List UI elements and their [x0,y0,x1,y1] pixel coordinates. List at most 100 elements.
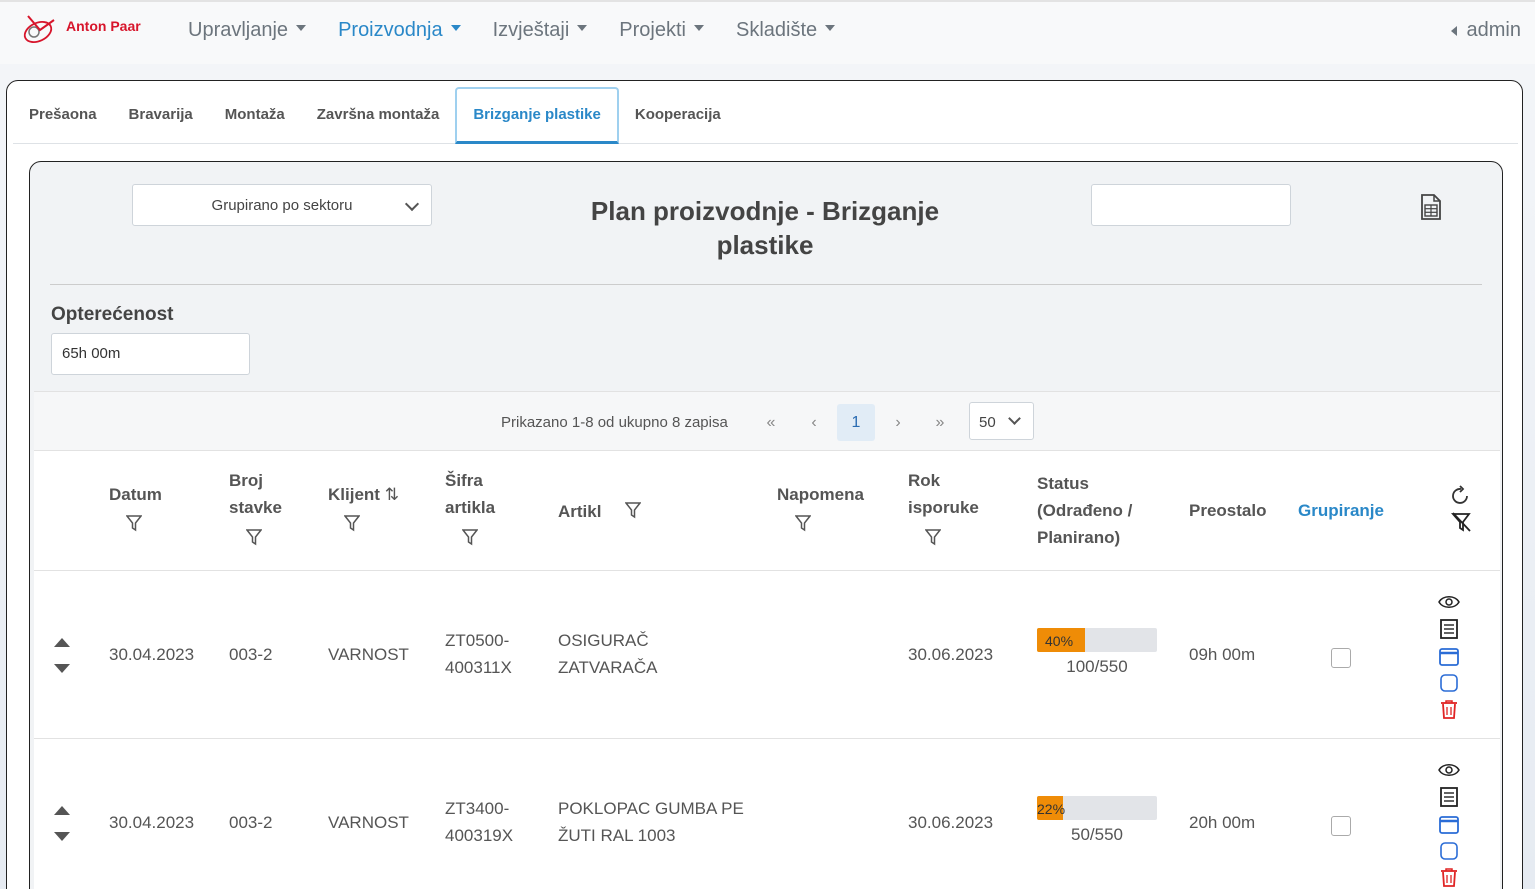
table-row: 30.04.2023 003-2 VARNOST ZT3400-400319X … [34,738,1500,889]
next-page-button[interactable]: › [879,404,917,441]
brand-name: Anton Paar [66,18,141,34]
header-napomena: Napomena [777,485,864,504]
trash-icon[interactable] [1438,699,1460,719]
grouping-checkbox[interactable] [1331,816,1351,836]
caret-down-icon [693,24,704,31]
document-icon[interactable] [1438,619,1460,639]
cell-rok-isporuke: 30.06.2023 [908,645,994,664]
filter-icon[interactable] [246,529,262,546]
header-preostalo: Preostalo [1189,501,1267,520]
cell-status-ratio: 100/550 [1066,657,1128,676]
user-menu[interactable]: admin [1450,19,1521,42]
cell-preostalo: 09h 00m [1189,645,1256,664]
calendar-icon[interactable] [1438,814,1460,834]
header-grupiranje[interactable]: Grupiranje [1298,497,1384,524]
clear-filter-icon[interactable] [1451,511,1473,533]
load-label: Opterećenost [51,304,174,325]
top-navbar: Anton Paar Upravljanje Proizvodnja Izvje… [0,0,1535,64]
caret-down-icon [296,24,307,31]
page-size-value: 50 [979,414,996,431]
status-progress-bar: 40% [1037,628,1157,652]
filter-icon[interactable] [126,515,142,532]
current-page-button[interactable]: 1 [837,404,875,441]
production-table: Datum Broj stavke Klijent ⇅ Šifra artikl… [34,451,1500,889]
move-down-icon[interactable] [54,664,70,673]
nav-item-label: Skladište [735,19,818,41]
tab-montaza[interactable]: Montaža [209,87,301,144]
user-name: admin [1466,19,1521,41]
sector-tabs: Prešaona Bravarija Montaža Završna monta… [13,87,1518,144]
nav-item-label: Upravljanje [188,19,289,41]
page-size-select[interactable]: 50 [969,402,1034,440]
cell-rok-isporuke: 30.06.2023 [908,813,994,832]
tab-presaona[interactable]: Prešaona [13,87,113,144]
cell-klijent: VARNOST [328,813,409,832]
records-summary: Prikazano 1-8 od ukupno 8 zapisa [501,414,728,431]
square-icon[interactable] [1438,841,1460,861]
caret-down-icon [825,24,836,31]
filter-icon[interactable] [462,529,478,546]
refresh-icon[interactable] [1450,485,1472,507]
filter-icon[interactable] [795,515,811,532]
filter-icon[interactable] [344,515,360,532]
filter-icon[interactable] [625,502,641,519]
eye-icon[interactable] [1438,592,1460,612]
header-klijent-label: Klijent [328,485,380,504]
move-up-icon[interactable] [54,638,70,647]
tab-zavrsna-montaza[interactable]: Završna montaža [301,87,456,144]
header-broj-stavke: Broj stavke [229,471,282,517]
tab-brizganje-plastike[interactable]: Brizganje plastike [455,87,619,144]
move-down-icon[interactable] [54,832,70,841]
progress-fill: 22% [1037,796,1065,820]
nav-item-label: Projekti [619,19,686,41]
calendar-icon[interactable] [1438,646,1460,666]
nav-item-proizvodnja[interactable]: Proizvodnja [338,19,461,42]
pagination-bar: Prikazano 1-8 od ukupno 8 zapisa « ‹ 1 ›… [34,391,1500,451]
grouping-select[interactable]: Grupirano po sektoru [132,184,432,226]
caret-down-icon [577,24,588,31]
cell-status-ratio: 50/550 [1071,825,1123,844]
tab-bravarija[interactable]: Bravarija [113,87,209,144]
last-page-button[interactable]: » [921,404,959,441]
grouping-checkbox[interactable] [1331,648,1351,668]
tab-kooperacija[interactable]: Kooperacija [619,87,737,144]
header-datum: Datum [109,485,162,504]
production-plan-card: Grupirano po sektoru Plan proizvodnje - … [29,161,1503,889]
eye-icon[interactable] [1438,760,1460,780]
cell-klijent: VARNOST [328,645,409,664]
square-icon[interactable] [1438,673,1460,693]
chevron-down-icon [404,196,420,212]
move-up-icon[interactable] [54,806,70,815]
anton-paar-logo-icon [23,15,55,43]
nav-item-upravljanje[interactable]: Upravljanje [188,19,307,42]
chevron-down-icon [1008,412,1021,425]
nav-item-projekti[interactable]: Projekti [619,19,704,42]
nav-item-izvjestaji[interactable]: Izvještaji [493,19,588,42]
nav-item-label: Proizvodnja [338,19,443,41]
caret-left-icon [1450,25,1457,36]
nav-item-skladiste[interactable]: Skladište [735,19,836,42]
cell-broj-stavke: 003-2 [229,645,273,664]
sort-icon[interactable]: ⇅ [385,485,399,504]
document-icon[interactable] [1438,787,1460,807]
prev-page-button[interactable]: ‹ [795,404,833,441]
cell-datum: 30.04.2023 [109,813,195,832]
search-input[interactable] [1091,184,1291,226]
cell-datum: 30.04.2023 [109,645,195,664]
brand-logo[interactable]: Anton Paar [20,10,150,50]
cell-sifra-artikla: ZT0500-400311X [445,631,512,677]
header-status: Status (Odrađeno / Planirano) [1037,474,1133,547]
cell-preostalo: 20h 00m [1189,813,1256,832]
header-artikl: Artikl [558,502,602,521]
filter-icon[interactable] [925,529,941,546]
header-sifra-artikla: Šifra artikla [445,471,496,517]
main-card: Prešaona Bravarija Montaža Završna monta… [6,80,1523,889]
first-page-button[interactable]: « [752,404,790,441]
header-klijent: Klijent ⇅ [328,481,399,508]
nav-item-label: Izvještaji [492,19,570,41]
load-value-field: 65h 00m [51,333,250,375]
cell-artikl: OSIGURAČ ZATVARAČA [558,631,658,677]
trash-icon[interactable] [1438,867,1460,887]
cell-broj-stavke: 003-2 [229,813,273,832]
excel-export-icon[interactable] [1420,194,1442,220]
